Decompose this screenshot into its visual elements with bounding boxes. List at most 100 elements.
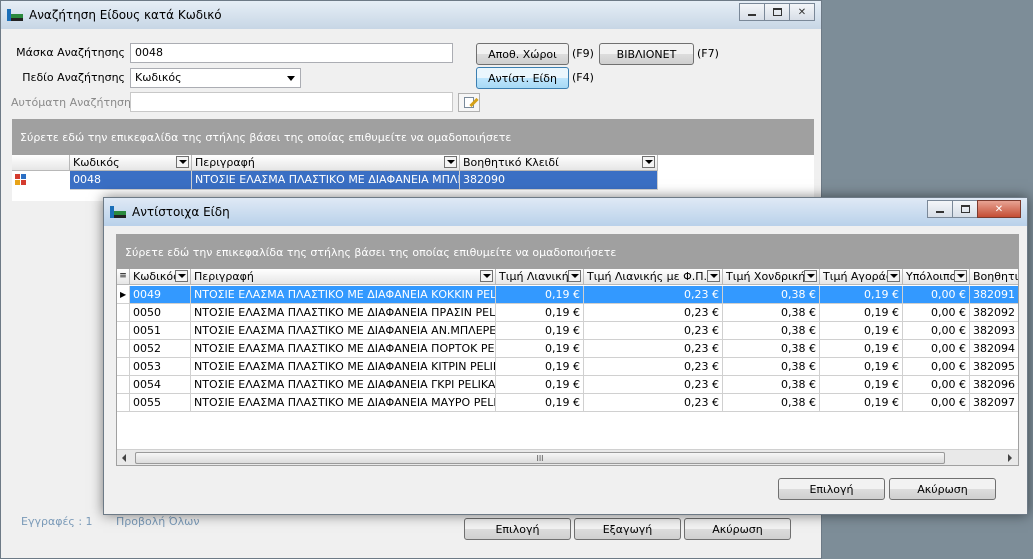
cell-aux-key: 382093 xyxy=(970,322,1018,340)
cell-description: ΝΤΟΣΙΕ ΕΛΑΣΜΑ ΠΛΑΣΤΙΚΟ ΜΕ ΔΙΑΦΑΝΕΙΑ ΓΚΡΙ… xyxy=(191,376,496,394)
auto-search-input[interactable] xyxy=(130,92,453,112)
cell-purchase-price: 0,19 € xyxy=(820,394,903,412)
cell-balance: 0,00 € xyxy=(903,340,970,358)
main-column-header-aux-key[interactable]: Βοηθητικό Κλειδί xyxy=(460,155,658,171)
minimize-icon xyxy=(748,14,756,16)
cell-balance: 0,00 € xyxy=(903,358,970,376)
cell-retail-price: 0,19 € xyxy=(496,322,584,340)
bibionet-shortcut: (F7) xyxy=(697,47,719,60)
search-field-select[interactable]: Κωδικός xyxy=(130,68,301,88)
main-select-button[interactable]: Επιλογή xyxy=(464,518,571,540)
main-column-header-description[interactable]: Περιγραφή xyxy=(192,155,460,171)
column-header-retail-price-vat[interactable]: Τιμή Λιανικής με Φ.Π.Α. xyxy=(584,269,723,285)
dialog-title: Αντίστοιχα Είδη xyxy=(132,205,230,219)
main-cancel-button[interactable]: Ακύρωση xyxy=(684,518,791,540)
app-icon xyxy=(7,9,23,21)
chevron-down-icon[interactable] xyxy=(642,156,655,168)
row-indicator xyxy=(117,340,130,358)
field-label: Πεδίο Αναζήτησης xyxy=(22,71,125,84)
chevron-down-icon[interactable] xyxy=(444,156,457,168)
equivalent-items-button[interactable]: Αντίστ. Είδη xyxy=(476,67,569,89)
main-titlebar[interactable]: Αναζήτηση Είδους κατά Κωδικό ✕ xyxy=(1,1,821,29)
dialog-select-button[interactable]: Επιλογή xyxy=(778,478,885,500)
chevron-down-icon[interactable] xyxy=(176,156,189,168)
column-header-purchase-price[interactable]: Τιμή Αγοράς xyxy=(820,269,903,285)
cell-code: 0054 xyxy=(130,376,191,394)
cell-retail-price-vat: 0,23 € xyxy=(584,322,723,340)
dialog-maximize-button[interactable] xyxy=(952,200,978,218)
column-header-retail-price[interactable]: Τιμή Λιανικής xyxy=(496,269,584,285)
cell-aux-key: 382090 xyxy=(460,171,658,190)
cell-retail-price-vat: 0,23 € xyxy=(584,340,723,358)
cell-retail-price: 0,19 € xyxy=(496,358,584,376)
column-header-aux-key[interactable]: Βοηθητι xyxy=(970,269,1018,285)
column-header-description[interactable]: Περιγραφή xyxy=(191,269,496,285)
chevron-down-icon[interactable] xyxy=(175,270,188,282)
cell-retail-price-vat: 0,23 € xyxy=(584,376,723,394)
dialog-close-button[interactable]: ✕ xyxy=(977,200,1021,218)
current-row-arrow-icon: ▶ xyxy=(117,286,130,304)
cell-purchase-price: 0,19 € xyxy=(820,340,903,358)
dialog-app-icon xyxy=(110,206,126,218)
scroll-left-icon[interactable] xyxy=(122,454,126,462)
cell-code: 0051 xyxy=(130,322,191,340)
search-mask-input[interactable]: 0048 xyxy=(130,43,453,63)
cell-wholesale-price: 0,38 € xyxy=(723,286,820,304)
main-column-header-code[interactable] xyxy=(12,155,70,171)
dialog-minimize-button[interactable] xyxy=(927,200,953,218)
export-button[interactable]: Εξαγωγή xyxy=(574,518,681,540)
chevron-down-icon[interactable] xyxy=(954,270,967,282)
cell-aux-key: 382095 xyxy=(970,358,1018,376)
close-button[interactable]: ✕ xyxy=(789,3,815,21)
chevron-down-icon[interactable] xyxy=(707,270,720,282)
row-indicator xyxy=(117,394,130,412)
chevron-down-icon[interactable] xyxy=(568,270,581,282)
cell-code: 0053 xyxy=(130,358,191,376)
chevron-down-icon[interactable] xyxy=(480,270,493,282)
main-column-header-code[interactable]: Κωδικός xyxy=(70,155,192,171)
records-count: Εγγραφές : 1 xyxy=(21,515,93,528)
dialog-cancel-button[interactable]: Ακύρωση xyxy=(889,478,996,500)
cell-code: 0055 xyxy=(130,394,191,412)
main-window-controls: ✕ xyxy=(739,3,815,21)
chevron-down-icon[interactable] xyxy=(887,270,900,282)
scroll-grip: III xyxy=(536,454,544,463)
cell-description: ΝΤΟΣΙΕ ΕΛΑΣΜΑ ΠΛΑΣΤΙΚΟ ΜΕ ΔΙΑΦΑΝΕΙΑ ΚΟΚΚ… xyxy=(191,286,496,304)
cell-purchase-price: 0,19 € xyxy=(820,304,903,322)
cell-balance: 0,00 € xyxy=(903,394,970,412)
chevron-down-icon[interactable] xyxy=(804,270,817,282)
maximize-button[interactable] xyxy=(764,3,790,21)
dialog-group-panel[interactable]: Σύρετε εδώ την επικεφαλίδα της στήλης βά… xyxy=(117,235,1018,269)
scrollbar-thumb[interactable]: III xyxy=(135,452,945,464)
cell-retail-price-vat: 0,23 € xyxy=(584,358,723,376)
close-icon: ✕ xyxy=(994,203,1004,215)
cell-code: 0049 xyxy=(130,286,191,304)
minimize-button[interactable] xyxy=(739,3,765,21)
cell-wholesale-price: 0,38 € xyxy=(723,322,820,340)
cell-wholesale-price: 0,38 € xyxy=(723,376,820,394)
column-header-code[interactable]: Κωδικός xyxy=(130,269,191,285)
bibionet-button[interactable]: ΒΙΒΛΙΟΝΕΤ xyxy=(599,43,694,65)
cell-balance: 0,00 € xyxy=(903,376,970,394)
cell-retail-price-vat: 0,23 € xyxy=(584,394,723,412)
search-field-value: Κωδικός xyxy=(135,71,182,84)
warehouses-shortcut: (F9) xyxy=(572,47,594,60)
cell-wholesale-price: 0,38 € xyxy=(723,304,820,322)
main-group-panel[interactable]: Σύρετε εδώ την επικεφαλίδα της στήλης βά… xyxy=(12,119,814,155)
dialog-titlebar[interactable]: Αντίστοιχα Είδη ✕ xyxy=(104,198,1027,226)
cell-wholesale-price: 0,38 € xyxy=(723,340,820,358)
show-all-link[interactable]: Προβολή Όλων xyxy=(116,515,200,528)
minimize-icon xyxy=(936,211,944,213)
scroll-right-icon[interactable] xyxy=(1008,454,1012,462)
cell-retail-price: 0,19 € xyxy=(496,376,584,394)
column-header-balance[interactable]: Υπόλοιπο xyxy=(903,269,970,285)
horizontal-scrollbar[interactable]: III xyxy=(117,449,1018,465)
edit-icon[interactable] xyxy=(458,93,480,112)
equivalent-items-dialog: Αντίστοιχα Είδη ✕ Σύρετε εδώ την επικεφα… xyxy=(103,197,1028,515)
cell-retail-price-vat: 0,23 € xyxy=(584,304,723,322)
equivalent-items-shortcut: (F4) xyxy=(572,71,594,84)
column-chooser-icon[interactable]: ≡ xyxy=(117,269,130,285)
column-header-wholesale-price[interactable]: Τιμή Χονδρικής xyxy=(723,269,820,285)
warehouses-button[interactable]: Αποθ. Χώροι xyxy=(476,43,569,65)
cell-purchase-price: 0,19 € xyxy=(820,286,903,304)
